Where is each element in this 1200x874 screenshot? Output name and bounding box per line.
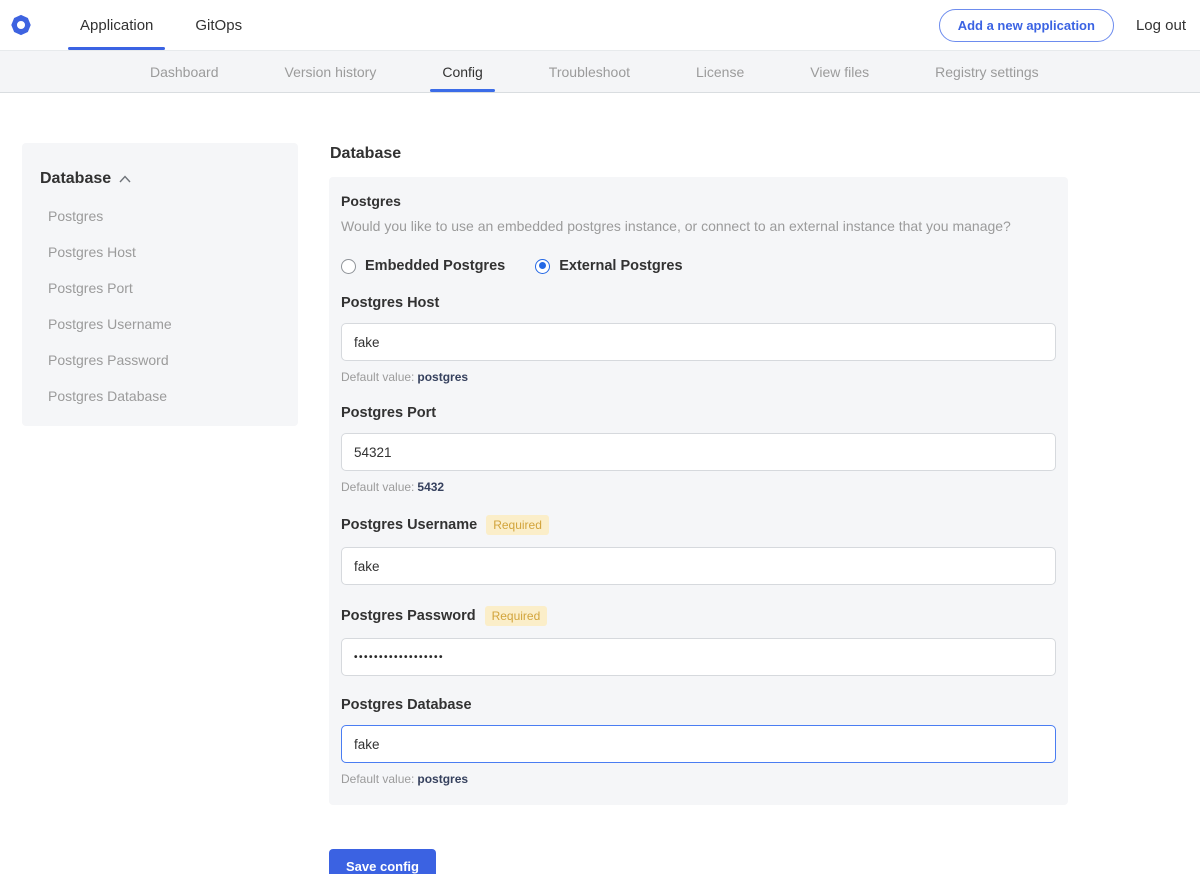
radio-embedded-postgres[interactable]: Embedded Postgres <box>341 258 505 274</box>
radio-checked-icon <box>535 259 550 274</box>
tab-application[interactable]: Application <box>68 0 165 50</box>
subnav-label: License <box>696 64 744 80</box>
group-title: Postgres <box>341 193 1056 209</box>
save-config-button[interactable]: Save config <box>329 849 436 874</box>
default-value-prefix: Default value: <box>341 370 414 384</box>
field-postgres-database: Postgres Database Default value:postgres <box>341 697 1056 786</box>
postgres-host-input[interactable] <box>341 323 1056 361</box>
field-postgres-port: Postgres Port Default value:5432 <box>341 405 1056 494</box>
config-sidebar: Database Postgres Postgres Host Postgres… <box>22 143 298 426</box>
postgres-password-input[interactable] <box>341 638 1056 676</box>
subnav-item-registry-settings[interactable]: Registry settings <box>933 51 1040 92</box>
subnav-label: Dashboard <box>150 64 219 80</box>
topnav-tabs: Application GitOps <box>68 0 254 50</box>
field-postgres-username: Postgres Username Required <box>341 515 1056 585</box>
postgres-username-input[interactable] <box>341 547 1056 585</box>
field-label: Postgres Password <box>341 608 476 624</box>
default-value-prefix: Default value: <box>341 480 414 494</box>
field-postgres-password: Postgres Password Required <box>341 606 1056 676</box>
default-value-text: 5432 <box>417 480 444 494</box>
postgres-type-radio-group: Embedded Postgres External Postgres <box>341 258 1056 274</box>
default-value-hint: Default value:postgres <box>341 772 1056 786</box>
section-heading: Database <box>330 145 1068 163</box>
group-description: Would you like to use an embedded postgr… <box>341 218 1056 234</box>
tab-gitops-label: GitOps <box>195 17 242 34</box>
app-logo-icon <box>10 14 32 36</box>
default-value-text: postgres <box>417 370 468 384</box>
radio-embedded-label: Embedded Postgres <box>365 258 505 274</box>
subnav-item-version-history[interactable]: Version history <box>283 51 379 92</box>
sidebar-items: Postgres Postgres Host Postgres Port Pos… <box>40 208 280 404</box>
sidebar-item-postgres-port[interactable]: Postgres Port <box>40 280 280 296</box>
sidebar-group-label: Database <box>40 170 111 188</box>
sidebar-item-postgres-host[interactable]: Postgres Host <box>40 244 280 260</box>
sidebar-item-postgres-password[interactable]: Postgres Password <box>40 352 280 368</box>
subnav-item-config[interactable]: Config <box>440 51 484 92</box>
sidebar-item-postgres[interactable]: Postgres <box>40 208 280 224</box>
add-application-button[interactable]: Add a new application <box>939 9 1114 42</box>
field-label: Postgres Port <box>341 405 436 421</box>
sidebar-item-postgres-database[interactable]: Postgres Database <box>40 388 280 404</box>
subnav-label: Config <box>442 64 482 80</box>
default-value-hint: Default value:5432 <box>341 480 1056 494</box>
top-nav: Application GitOps Add a new application… <box>0 0 1200 50</box>
config-main: Database Postgres Would you like to use … <box>329 143 1068 874</box>
subnav-item-license[interactable]: License <box>694 51 746 92</box>
subnav-item-dashboard[interactable]: Dashboard <box>148 51 221 92</box>
topnav-right: Add a new application Log out <box>939 0 1186 50</box>
required-badge: Required <box>485 606 548 626</box>
content-area: Database Postgres Postgres Host Postgres… <box>0 143 1200 874</box>
field-postgres-host: Postgres Host Default value:postgres <box>341 295 1056 384</box>
config-group-panel: Postgres Would you like to use an embedd… <box>329 177 1068 805</box>
logout-link[interactable]: Log out <box>1136 17 1186 34</box>
default-value-prefix: Default value: <box>341 772 414 786</box>
sub-nav: Dashboard Version history Config Trouble… <box>0 50 1200 93</box>
subnav-label: Version history <box>285 64 377 80</box>
subnav-label: View files <box>810 64 869 80</box>
postgres-port-input[interactable] <box>341 433 1056 471</box>
field-label: Postgres Database <box>341 697 472 713</box>
tab-application-label: Application <box>80 17 153 34</box>
radio-unchecked-icon <box>341 259 356 274</box>
required-badge: Required <box>486 515 549 535</box>
radio-external-postgres[interactable]: External Postgres <box>535 258 682 274</box>
radio-external-label: External Postgres <box>559 258 682 274</box>
subnav-label: Registry settings <box>935 64 1038 80</box>
field-label: Postgres Username <box>341 517 477 533</box>
subnav-label: Troubleshoot <box>549 64 630 80</box>
subnav-item-view-files[interactable]: View files <box>808 51 871 92</box>
subnav-item-troubleshoot[interactable]: Troubleshoot <box>547 51 632 92</box>
field-label: Postgres Host <box>341 295 439 311</box>
postgres-database-input[interactable] <box>341 725 1056 763</box>
sidebar-item-postgres-username[interactable]: Postgres Username <box>40 316 280 332</box>
sidebar-group-database[interactable]: Database <box>40 170 280 188</box>
default-value-hint: Default value:postgres <box>341 370 1056 384</box>
chevron-up-icon <box>119 175 131 183</box>
tab-gitops[interactable]: GitOps <box>183 0 254 50</box>
default-value-text: postgres <box>417 772 468 786</box>
